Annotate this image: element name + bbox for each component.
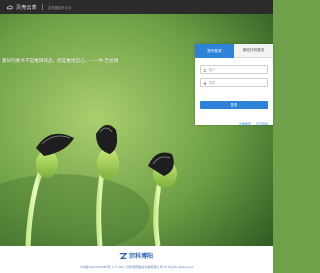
- login-links: 注册账号 忘记密码: [200, 122, 268, 126]
- username-input[interactable]: [208, 67, 267, 72]
- footer-logo-text: 宗科博阳: [129, 253, 154, 260]
- login-tabs: 账号登录 微信扫码登录: [195, 44, 273, 58]
- login-form: 登录 注册账号 忘记密码: [195, 58, 273, 126]
- hero-slogan: 最好的要点不是推销商品，而是推销自己。——乔·吉拉德: [2, 59, 119, 64]
- user-icon: [203, 68, 207, 72]
- password-field[interactable]: [200, 78, 268, 87]
- header-divider: [41, 4, 43, 10]
- login-button[interactable]: 登录: [200, 100, 268, 109]
- footer: 宗科博阳 ICP备2021003280号-1 © 2017 宗科博阳信息科技有限…: [0, 246, 273, 273]
- company-logo-icon: [119, 252, 127, 259]
- register-link[interactable]: 注册账号: [239, 122, 251, 126]
- password-input[interactable]: [208, 80, 267, 85]
- login-panel: 账号登录 微信扫码登录 登录 注册账号 忘记密码: [195, 44, 273, 126]
- top-bar: 贝壳云表 浏览器操作平台: [0, 0, 273, 14]
- copyright-text: ICP备2021003280号-1 © 2017 宗科博阳信息科技有限公司 Al…: [80, 265, 193, 269]
- cloud-logo-icon: [6, 5, 13, 9]
- tab-account-login[interactable]: 账号登录: [195, 44, 234, 58]
- footer-logo: 宗科博阳: [119, 251, 153, 260]
- tab-wechat-login[interactable]: 微信扫码登录: [234, 44, 273, 58]
- brand-name: 贝壳云表: [16, 4, 37, 11]
- lock-icon: [203, 81, 207, 85]
- username-field[interactable]: [200, 65, 268, 74]
- brand-subtitle: 浏览器操作平台: [47, 5, 72, 10]
- forgot-password-link[interactable]: 忘记密码: [256, 122, 268, 126]
